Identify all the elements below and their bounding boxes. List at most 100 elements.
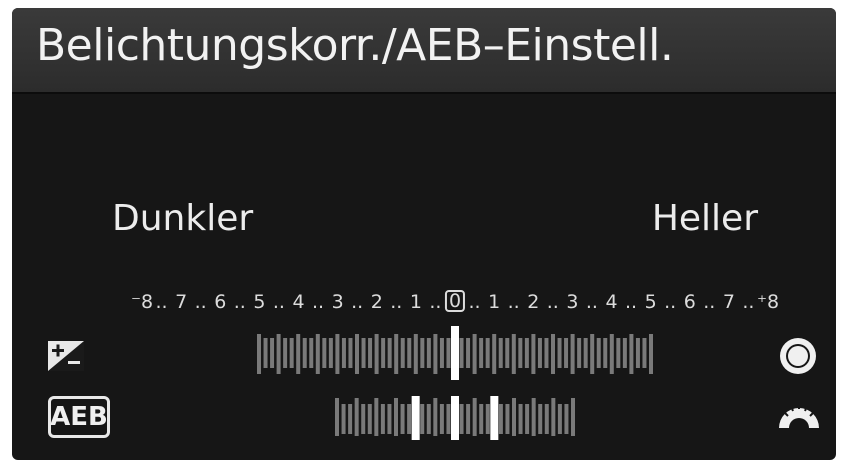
ec-tick bbox=[583, 338, 588, 368]
aeb-tick bbox=[525, 404, 530, 434]
ec-tick bbox=[361, 338, 366, 368]
ec-tick bbox=[439, 338, 444, 368]
ec-tick bbox=[446, 338, 451, 368]
ec-tick bbox=[296, 334, 301, 374]
ec-tick bbox=[341, 338, 346, 368]
aeb-tick bbox=[472, 398, 477, 436]
ec-tick bbox=[387, 338, 392, 368]
aeb-tick bbox=[551, 398, 556, 436]
ec-tick bbox=[518, 338, 523, 368]
aeb-tick bbox=[466, 404, 471, 434]
aeb-tick bbox=[512, 398, 516, 436]
ec-tick bbox=[394, 334, 399, 374]
ec-tick bbox=[642, 338, 647, 368]
aeb-bracket-indicator bbox=[490, 396, 499, 440]
aeb-tick bbox=[400, 404, 405, 434]
ec-tick bbox=[577, 338, 582, 368]
ec-tick bbox=[426, 338, 431, 368]
ec-tick bbox=[635, 338, 640, 368]
ec-tick bbox=[413, 334, 418, 374]
ec-tick bbox=[537, 338, 542, 368]
aeb-tick bbox=[426, 404, 431, 434]
aeb-tick bbox=[420, 404, 425, 434]
aeb-tick bbox=[479, 404, 484, 434]
aeb-tick bbox=[394, 398, 398, 436]
aeb-tick bbox=[433, 398, 438, 436]
ec-tick bbox=[289, 338, 294, 368]
ec-tick bbox=[596, 338, 601, 368]
ec-tick bbox=[257, 334, 261, 374]
ec-tick bbox=[524, 338, 529, 368]
ec-tick bbox=[315, 334, 320, 374]
ec-tick bbox=[322, 338, 327, 368]
aeb-tick bbox=[531, 398, 536, 436]
ec-tick bbox=[590, 334, 595, 374]
main-dial-icon[interactable] bbox=[778, 336, 818, 376]
ec-tick bbox=[531, 334, 536, 374]
ec-tick bbox=[485, 338, 490, 368]
aeb-tick bbox=[335, 398, 339, 436]
aeb-tick bbox=[348, 404, 353, 434]
ec-tick bbox=[498, 338, 503, 368]
ec-tick bbox=[355, 334, 359, 374]
ec-tick bbox=[544, 338, 549, 368]
ec-tick bbox=[374, 334, 379, 374]
ec-tick bbox=[505, 338, 510, 368]
exposure-compensation-icon bbox=[48, 341, 84, 371]
ec-tick bbox=[472, 334, 477, 374]
aeb-bracket-indicator bbox=[451, 396, 459, 440]
aeb-tick bbox=[571, 398, 575, 436]
aeb-tick bbox=[538, 404, 543, 434]
aeb-tick bbox=[354, 398, 359, 436]
ec-tick bbox=[400, 338, 405, 368]
aeb-tick bbox=[387, 404, 392, 434]
ec-tick bbox=[309, 338, 314, 368]
aeb-tick bbox=[367, 404, 372, 434]
ec-tick bbox=[564, 338, 569, 368]
ec-tick bbox=[335, 334, 340, 374]
aeb-tick bbox=[459, 404, 464, 434]
ec-tick bbox=[609, 334, 614, 374]
aeb-tick bbox=[361, 404, 366, 434]
aeb-tick bbox=[498, 404, 503, 434]
ec-tick bbox=[276, 334, 281, 374]
ec-tick bbox=[466, 338, 471, 368]
aeb-tick bbox=[341, 404, 346, 434]
ec-tick bbox=[551, 334, 555, 374]
ec-tick bbox=[629, 334, 634, 374]
ec-tick bbox=[433, 334, 438, 374]
ec-indicator bbox=[451, 326, 459, 380]
ec-tick bbox=[557, 338, 562, 368]
ec-tick bbox=[603, 338, 608, 368]
ec-tick bbox=[381, 338, 386, 368]
ec-tick bbox=[459, 338, 464, 368]
exposure-compensation-screen: Belichtungskorr./AEB–Einstell. Dunkler H… bbox=[12, 8, 836, 460]
aeb-tick bbox=[518, 404, 523, 434]
ec-tick bbox=[328, 338, 333, 368]
ec-tick bbox=[492, 334, 497, 374]
ec-tick bbox=[420, 338, 425, 368]
exposure-scale[interactable] bbox=[12, 8, 836, 460]
aeb-icon: AEB bbox=[48, 396, 110, 438]
aeb-tick bbox=[564, 404, 569, 434]
aeb-tick bbox=[439, 404, 444, 434]
aeb-tick bbox=[485, 404, 490, 434]
quick-control-dial-icon[interactable] bbox=[776, 400, 822, 430]
aeb-bracket-indicator bbox=[411, 396, 420, 440]
aeb-tick bbox=[557, 404, 562, 434]
ec-tick bbox=[263, 338, 268, 368]
ec-tick bbox=[649, 334, 653, 374]
aeb-tick bbox=[374, 398, 379, 436]
ec-tick bbox=[570, 334, 575, 374]
aeb-tick bbox=[544, 404, 549, 434]
ec-tick bbox=[368, 338, 373, 368]
ec-tick bbox=[283, 338, 288, 368]
aeb-tick bbox=[505, 404, 510, 434]
aeb-tick bbox=[446, 404, 451, 434]
aeb-tick bbox=[407, 404, 412, 434]
aeb-tick bbox=[380, 404, 385, 434]
ec-tick bbox=[622, 338, 627, 368]
ec-tick bbox=[302, 338, 307, 368]
ec-tick bbox=[348, 338, 353, 368]
ec-tick bbox=[270, 338, 275, 368]
